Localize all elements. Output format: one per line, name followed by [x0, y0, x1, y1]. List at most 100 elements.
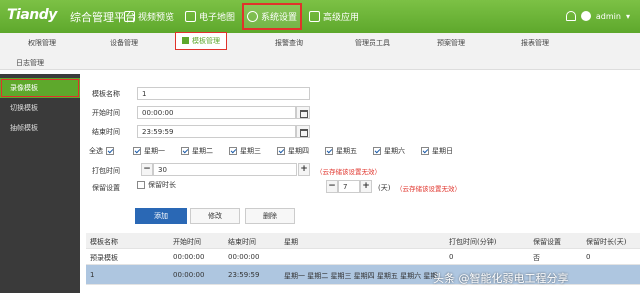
keep-warning: （云存储该设置无效） — [396, 185, 461, 193]
weekday-selector: 全选 星期一 星期二 星期三 星期四 星期五 星期六 星期日 — [89, 146, 469, 156]
checkbox[interactable] — [133, 147, 141, 155]
keep-unit: (天) — [378, 184, 391, 192]
subnav-alarm[interactable]: 报警查询 — [275, 38, 303, 48]
day-label: 星期二 — [192, 147, 213, 155]
sidebar-item-switch-template[interactable]: 切换模板 — [0, 98, 80, 118]
day-fri[interactable]: 星期五 — [325, 146, 357, 156]
table-header: 模板名称 开始时间 结束时间 星期 打包时间(分钟) 保留设置 保留时长(天) — [86, 233, 640, 249]
subnav-log[interactable]: 日志管理 — [16, 58, 44, 68]
table-cell: 预录模板 — [90, 254, 118, 262]
table-cell: 00:00:00 — [228, 253, 260, 261]
day-label: 星期五 — [336, 147, 357, 155]
calendar-icon[interactable] — [296, 125, 310, 138]
username[interactable]: admin — [596, 12, 621, 21]
subnav-device[interactable]: 设备管理 — [110, 38, 138, 48]
decrement-button[interactable]: − — [141, 163, 153, 176]
delete-button[interactable]: 删除 — [245, 208, 295, 224]
end-time-label: 结束时间 — [92, 128, 120, 136]
sub-nav: 权限管理 设备管理 模板管理 报警查询 管理员工具 预案管理 报表管理 日志管理 — [0, 32, 640, 70]
sidebar-item-record-template[interactable]: 录像模板 — [0, 78, 80, 98]
table-cell: 0 — [449, 253, 454, 261]
column-header[interactable]: 保留时长(天) — [586, 237, 626, 247]
logo: Tiandy — [7, 7, 57, 23]
nav-label: 电子地图 — [199, 13, 236, 23]
column-header[interactable]: 结束时间 — [228, 237, 256, 247]
subnav-plan[interactable]: 预案管理 — [437, 38, 465, 48]
top-bar: Tiandy 综合管理平台 视频预览 电子地图 系统设置 高级应用 admin … — [0, 0, 640, 33]
checkbox[interactable] — [325, 147, 333, 155]
column-header[interactable]: 开始时间 — [173, 237, 201, 247]
keep-setting-label: 保留设置 — [92, 184, 120, 192]
column-header[interactable]: 模板名称 — [90, 237, 118, 247]
checkbox[interactable] — [421, 147, 429, 155]
day-label: 星期四 — [288, 147, 309, 155]
grid-icon — [309, 11, 320, 22]
nav-system-settings[interactable]: 系统设置 — [241, 3, 303, 30]
user-area[interactable]: admin ▾ — [565, 11, 630, 21]
edit-button[interactable]: 修改 — [190, 208, 240, 224]
table-row[interactable]: 预录模板 00:00:00 00:00:00 0 否 0 — [86, 249, 640, 265]
table-cell: 00:00:00 — [173, 253, 205, 261]
keep-days-input[interactable]: 7 — [338, 180, 360, 193]
subnav-permission[interactable]: 权限管理 — [28, 38, 56, 48]
template-icon — [182, 37, 189, 44]
sidebar: 录像模板 切换模板 抽帧模板 — [0, 74, 80, 293]
add-button[interactable]: 添加 — [135, 208, 187, 224]
name-label: 模板名称 — [92, 90, 120, 98]
end-time-input[interactable]: 23:59:59 — [137, 125, 296, 138]
day-thu[interactable]: 星期四 — [277, 146, 309, 156]
column-header[interactable]: 打包时间(分钟) — [449, 237, 496, 247]
map-icon — [185, 11, 196, 22]
bell-icon[interactable] — [565, 11, 576, 21]
checkbox[interactable] — [137, 181, 145, 189]
keep-duration-checkbox[interactable]: 保留时长 — [137, 180, 176, 190]
select-all-checkbox[interactable]: 全选 — [89, 146, 117, 156]
table-cell: 1 — [90, 271, 95, 279]
day-sat[interactable]: 星期六 — [373, 146, 405, 156]
calendar-icon[interactable] — [296, 106, 310, 119]
nav-label: 系统设置 — [261, 13, 298, 23]
day-label: 星期一 — [144, 147, 165, 155]
day-sun[interactable]: 星期日 — [421, 146, 453, 156]
increment-button[interactable]: + — [298, 163, 310, 176]
pack-time-input[interactable]: 30 — [153, 163, 297, 176]
checkbox[interactable] — [106, 147, 114, 155]
day-tue[interactable]: 星期二 — [181, 146, 213, 156]
sidebar-item-frame-template[interactable]: 抽帧模板 — [0, 118, 80, 138]
start-time-label: 开始时间 — [92, 109, 120, 117]
checkbox[interactable] — [229, 147, 237, 155]
subnav-template-label: 模板管理 — [192, 37, 220, 45]
checkbox[interactable] — [181, 147, 189, 155]
column-header[interactable]: 星期 — [284, 237, 298, 247]
column-header[interactable]: 保留设置 — [533, 237, 561, 247]
day-label: 星期日 — [432, 147, 453, 155]
table-cell: 0 — [586, 253, 591, 261]
day-wed[interactable]: 星期三 — [229, 146, 261, 156]
subnav-report[interactable]: 报表管理 — [521, 38, 549, 48]
table-cell: 星期一 星期二 星期三 星期四 星期五 星期六 星期 — [284, 272, 438, 280]
pack-time-label: 打包时间 — [92, 167, 120, 175]
table-cell: 23:59:59 — [228, 271, 260, 279]
name-input[interactable]: 1 — [137, 87, 310, 100]
keep-increment-button[interactable]: + — [360, 180, 372, 193]
subnav-template[interactable]: 模板管理 — [175, 32, 227, 50]
subnav-admin-tools[interactable]: 管理员工具 — [355, 38, 390, 48]
nav-advanced[interactable]: 高级应用 — [306, 5, 362, 28]
nav-emap[interactable]: 电子地图 — [182, 5, 238, 28]
keep-duration-label: 保留时长 — [148, 181, 176, 189]
checkbox[interactable] — [373, 147, 381, 155]
chevron-down-icon[interactable]: ▾ — [626, 12, 630, 21]
start-time-input[interactable]: 00:00:00 — [137, 106, 296, 119]
select-all-label: 全选 — [89, 147, 103, 155]
table-cell: 00:00:00 — [173, 271, 205, 279]
day-mon[interactable]: 星期一 — [133, 146, 165, 156]
nav-label: 视频预览 — [138, 13, 175, 23]
keep-decrement-button[interactable]: − — [326, 180, 338, 193]
table-cell: 否 — [533, 254, 540, 262]
nav-video-preview[interactable]: 视频预览 — [121, 5, 177, 28]
day-label: 星期六 — [384, 147, 405, 155]
checkbox[interactable] — [277, 147, 285, 155]
watermark: 头条 @智能化弱电工程分享 — [433, 272, 569, 285]
user-icon — [580, 11, 591, 21]
video-icon — [124, 11, 135, 22]
